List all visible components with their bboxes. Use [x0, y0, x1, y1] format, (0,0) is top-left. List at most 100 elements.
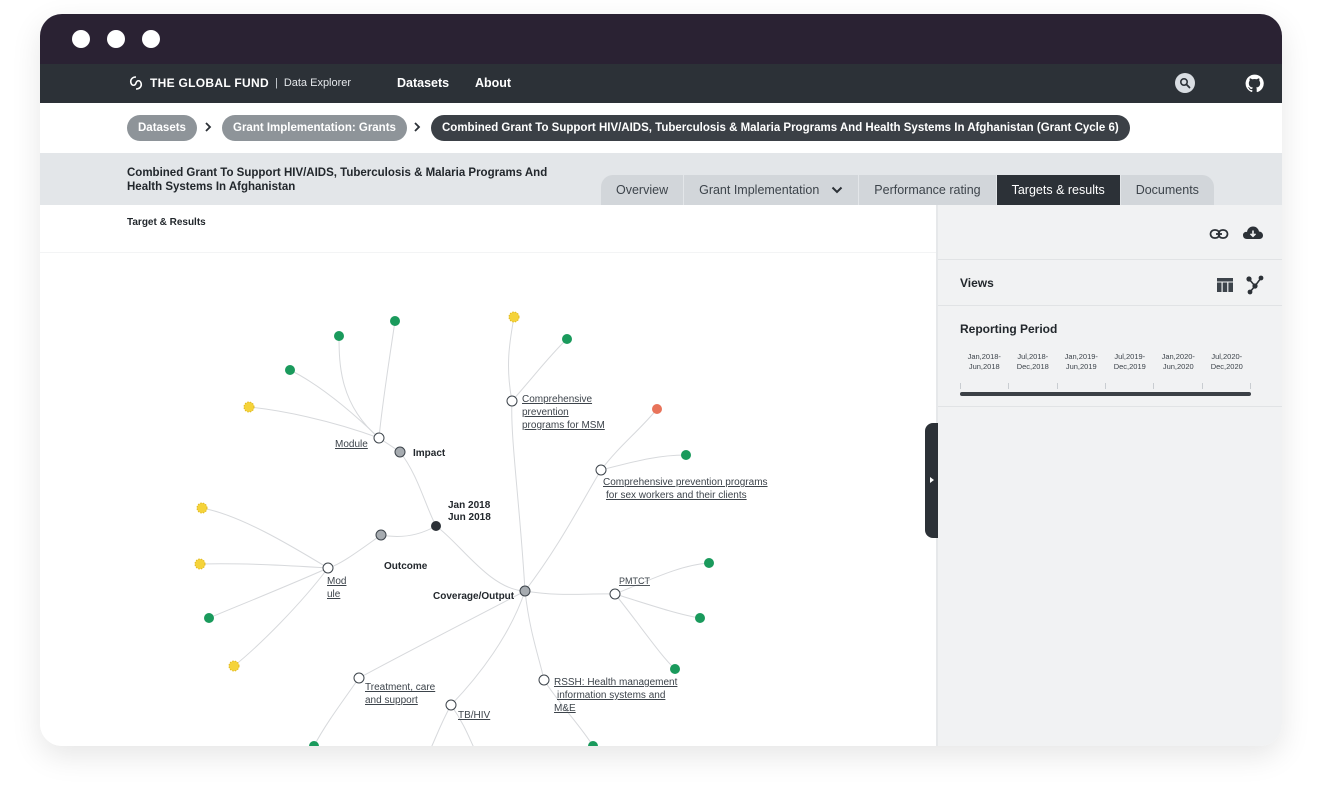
- indicator-node[interactable]: [562, 334, 572, 344]
- breadcrumb-datasets[interactable]: Datasets: [127, 115, 197, 141]
- period-option[interactable]: Jan,2020- Jun,2020: [1154, 352, 1203, 372]
- indicator-node[interactable]: [243, 401, 255, 413]
- module-label-link[interactable]: information systems and: [557, 690, 665, 701]
- period-range-slider[interactable]: [960, 392, 1251, 396]
- module-node[interactable]: [538, 674, 550, 686]
- tree-view-icon[interactable]: [1245, 275, 1265, 295]
- module-label-link[interactable]: Module: [335, 439, 368, 450]
- tab-label: Targets & results: [1011, 183, 1105, 197]
- indicator-node[interactable]: [204, 613, 214, 623]
- chevron-down-icon: [832, 186, 843, 194]
- period-option[interactable]: Jul,2020- Dec,2020: [1203, 352, 1252, 372]
- module-node[interactable]: [595, 464, 607, 476]
- group-node-impact[interactable]: [394, 446, 406, 458]
- minimize-dot[interactable]: [107, 30, 125, 48]
- tree-link: [524, 590, 616, 595]
- module-label-link[interactable]: M&E: [554, 703, 576, 714]
- module-node[interactable]: [353, 672, 365, 684]
- period-tick: [1153, 383, 1155, 389]
- tab-targets-results[interactable]: Targets & results: [996, 175, 1121, 205]
- period-option[interactable]: Jul,2018- Dec,2018: [1009, 352, 1058, 372]
- cloud-download-icon[interactable]: [1242, 225, 1264, 241]
- module-label-link[interactable]: prevention: [522, 407, 569, 418]
- tab-performance-rating[interactable]: Performance rating: [859, 175, 997, 205]
- module-node[interactable]: [506, 395, 518, 407]
- module-label-link[interactable]: RSSH: Health management: [554, 677, 678, 688]
- module-label-link[interactable]: programs for MSM: [522, 420, 605, 431]
- results-tree-diagram[interactable]: Jan 2018 Jun 2018 Impact Outcome Coverag…: [40, 205, 937, 746]
- tree-link: [614, 593, 676, 670]
- module-label-link[interactable]: Comprehensive prevention programs: [603, 477, 768, 488]
- module-label-link[interactable]: PMTCT: [619, 576, 650, 586]
- brand-logo[interactable]: THE GLOBAL FUND | Data Explorer: [128, 75, 351, 91]
- tab-overview[interactable]: Overview: [601, 175, 685, 205]
- indicator-node[interactable]: [508, 311, 520, 323]
- root-node[interactable]: [431, 521, 441, 531]
- tab-grant-implementation[interactable]: Grant Implementation: [684, 175, 860, 205]
- indicator-node[interactable]: [704, 558, 714, 568]
- search-button[interactable]: [1175, 73, 1195, 93]
- search-icon: [1179, 77, 1191, 89]
- indicator-node[interactable]: [194, 558, 206, 570]
- tab-label: Grant Implementation: [699, 183, 820, 197]
- module-label-link[interactable]: Treatment, care: [365, 682, 436, 693]
- period-line: Jan,2020-: [1161, 352, 1195, 361]
- group-node-coverage[interactable]: [519, 585, 531, 597]
- group-node-outcome[interactable]: [375, 529, 387, 541]
- indicator-node[interactable]: [309, 741, 319, 746]
- tree-link: [208, 567, 329, 619]
- period-line: Dec,2019: [1113, 362, 1146, 371]
- breadcrumb-current-grant[interactable]: Combined Grant To Support HIV/AIDS, Tube…: [431, 115, 1130, 141]
- github-icon[interactable]: [1245, 74, 1264, 93]
- nav-link-datasets[interactable]: Datasets: [397, 76, 449, 90]
- period-option[interactable]: Jul,2019- Dec,2019: [1106, 352, 1155, 372]
- root-node-label: Jun 2018: [448, 512, 491, 523]
- tree-link: [399, 451, 437, 527]
- tree-link: [248, 406, 380, 439]
- indicator-node[interactable]: [228, 660, 240, 672]
- module-label-link[interactable]: and support: [365, 695, 418, 706]
- indicator-node[interactable]: [196, 502, 208, 514]
- module-label-link[interactable]: ule: [327, 589, 341, 600]
- module-label-link[interactable]: Mod: [327, 576, 346, 587]
- period-tick: [1104, 383, 1106, 389]
- grant-tabs: Overview Grant Implementation Performanc…: [601, 175, 1214, 205]
- indicator-node[interactable]: [681, 450, 691, 460]
- period-line: Jul,2019-: [1114, 352, 1146, 361]
- link-icon[interactable]: [1209, 228, 1229, 240]
- period-tick: [1249, 383, 1251, 389]
- close-dot[interactable]: [72, 30, 90, 48]
- module-node[interactable]: [373, 432, 385, 444]
- indicator-node[interactable]: [695, 613, 705, 623]
- period-option[interactable]: Jan,2018- Jun,2018: [960, 352, 1009, 372]
- table-view-icon[interactable]: [1216, 277, 1234, 293]
- module-label-link[interactable]: TB/HIV: [458, 710, 491, 721]
- indicator-node[interactable]: [285, 365, 295, 375]
- indicator-node[interactable]: [670, 664, 680, 674]
- tree-link: [233, 567, 329, 667]
- tab-documents[interactable]: Documents: [1120, 175, 1214, 205]
- root-node-label: Jan 2018: [448, 500, 491, 511]
- indicator-node[interactable]: [334, 331, 344, 341]
- tree-link: [431, 704, 452, 746]
- period-tick: [1056, 383, 1058, 389]
- module-node[interactable]: [445, 699, 457, 711]
- period-option[interactable]: Jan,2019- Jun,2019: [1057, 352, 1106, 372]
- module-label-link[interactable]: for sex workers and their clients: [606, 490, 747, 501]
- maximize-dot[interactable]: [142, 30, 160, 48]
- module-node[interactable]: [322, 562, 334, 574]
- app-window: THE GLOBAL FUND | Data Explorer Datasets…: [40, 14, 1282, 746]
- tree-link: [524, 590, 545, 681]
- module-node[interactable]: [609, 588, 621, 600]
- tree-link: [524, 469, 602, 592]
- indicator-node[interactable]: [588, 741, 598, 746]
- nav-link-about[interactable]: About: [475, 76, 511, 90]
- tree-link: [380, 525, 437, 538]
- module-label-link[interactable]: Comprehensive: [522, 394, 592, 405]
- brand-name: THE GLOBAL FUND: [150, 76, 269, 90]
- breadcrumb-grants[interactable]: Grant Implementation: Grants: [222, 115, 407, 141]
- indicator-node[interactable]: [390, 316, 400, 326]
- panel-toggle-button[interactable]: [925, 423, 939, 538]
- period-ticks: [960, 383, 1251, 389]
- indicator-node[interactable]: [652, 404, 662, 414]
